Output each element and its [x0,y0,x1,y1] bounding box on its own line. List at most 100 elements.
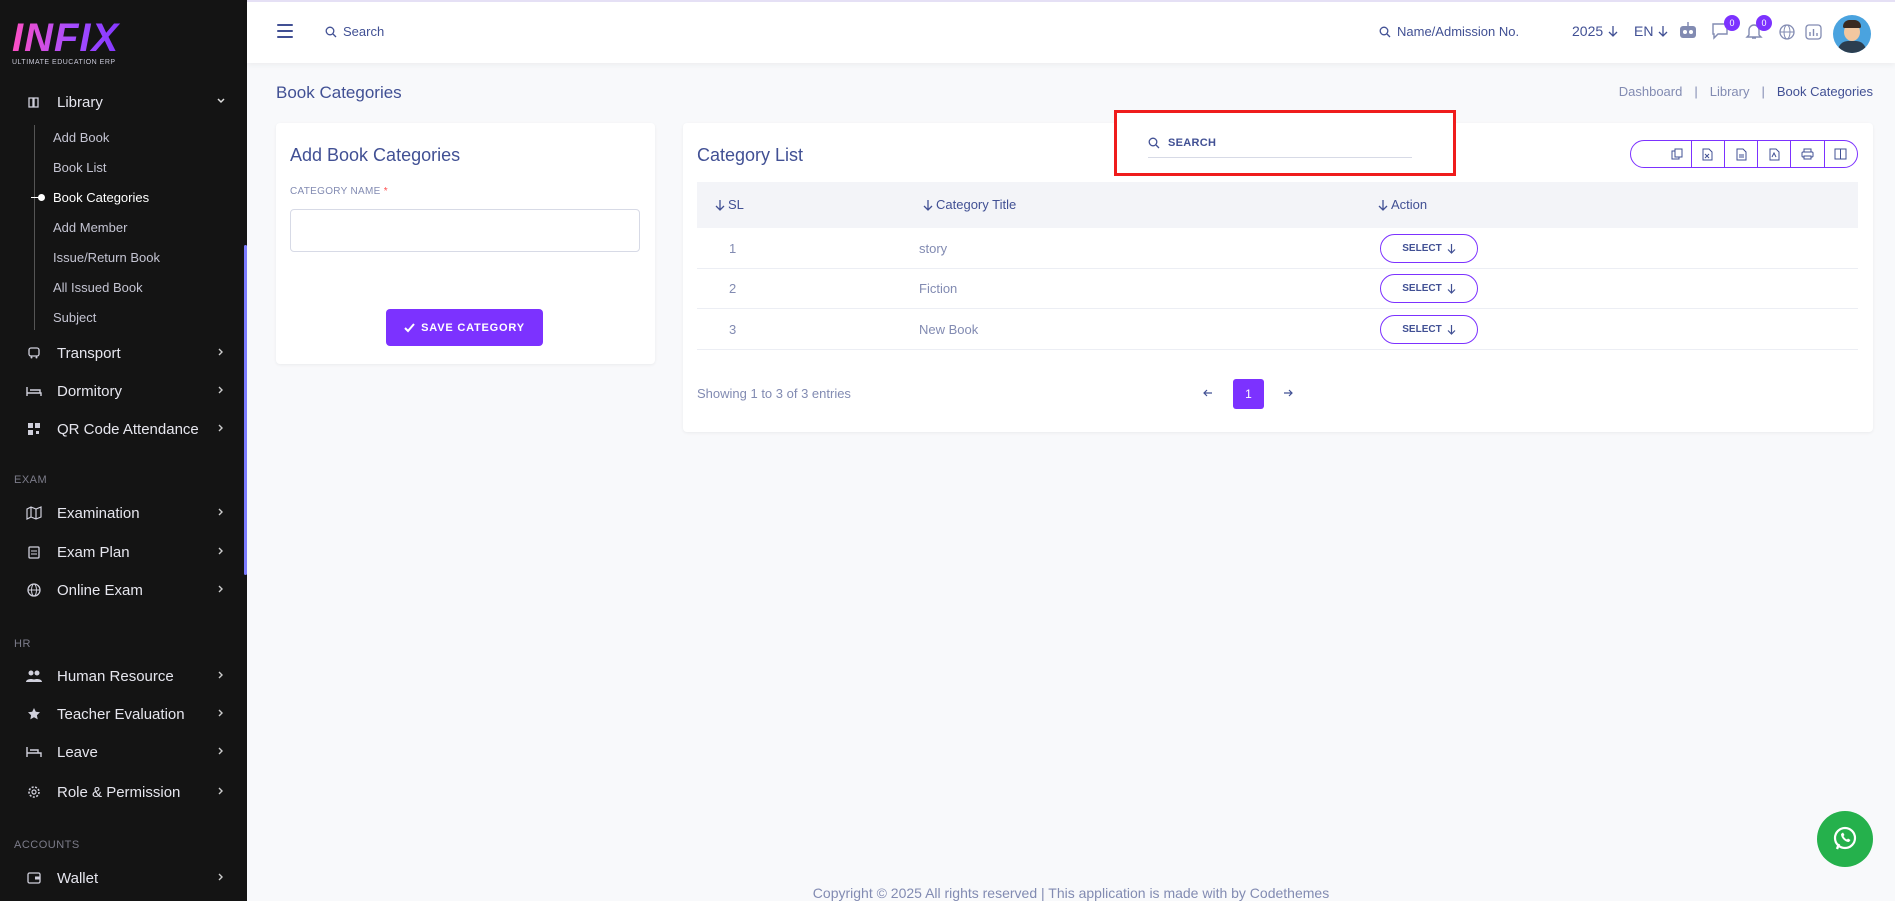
sidebar-item-examination[interactable]: Examination [0,497,244,529]
sidebar-subitem-subject[interactable]: Subject [53,310,96,325]
sidebar: INFIX ULTIMATE EDUCATION ERP Library Add… [0,0,247,901]
save-category-label: SAVE CATEGORY [421,321,525,334]
sidebar-subitem-issue-return[interactable]: Issue/Return Book [53,250,160,265]
chevron-right-icon [216,708,226,721]
section-title-hr: HR [14,638,31,650]
menu-toggle-icon[interactable] [277,24,293,38]
logo[interactable]: INFIX ULTIMATE EDUCATION ERP [12,18,132,70]
sidebar-item-teacher-evaluation[interactable]: Teacher Evaluation [0,698,244,730]
table-search-box[interactable]: SEARCH [1114,110,1456,176]
notifications-badge: 0 [1756,15,1772,31]
sidebar-subitem-all-issued[interactable]: All Issued Book [53,280,143,295]
breadcrumb-dashboard[interactable]: Dashboard [1619,84,1683,99]
sidebar-item-dormitory[interactable]: Dormitory [0,375,244,407]
cell-sl: 3 [729,322,737,337]
save-category-button[interactable]: SAVE CATEGORY [386,309,543,346]
column-header-category-title[interactable]: Category Title [923,197,1016,212]
footer-copyright: Copyright © 2025 All rights reserved | T… [812,885,1330,901]
robot-icon[interactable] [1677,21,1699,44]
sort-arrow-icon [1378,199,1388,211]
sidebar-item-transport[interactable]: Transport [0,337,244,369]
language-value: EN [1634,23,1654,39]
pagination-page-1[interactable]: 1 [1233,379,1264,409]
select-action-button[interactable]: SELECT [1380,274,1478,303]
sidebar-item-wallet[interactable]: Wallet [0,862,244,894]
arrow-left-icon [1203,389,1212,397]
reports-icon[interactable] [1805,24,1822,43]
global-search-label: Search [343,24,385,39]
sidebar-subitem-add-book[interactable]: Add Book [53,130,109,145]
sidebar-item-label: Exam Plan [57,543,130,561]
cell-sl: 1 [729,241,737,256]
excel-button[interactable] [1692,141,1725,167]
sidebar-item-leave[interactable]: Leave [0,736,244,768]
search-icon [1148,137,1160,149]
print-button[interactable] [1791,141,1825,167]
language-selector[interactable]: EN [1634,23,1668,39]
check-icon [404,322,415,332]
arrow-right-icon [1284,389,1293,397]
table-search-placeholder: SEARCH [1168,137,1217,149]
sidebar-item-exam-plan[interactable]: Exam Plan [0,536,244,568]
library-icon [26,94,42,110]
student-search-label: Name/Admission No. [1397,24,1520,39]
file-text-icon [1736,148,1747,160]
columns-button[interactable] [1825,141,1857,167]
logo-tagline: ULTIMATE EDUCATION ERP [12,59,116,66]
chevron-right-icon [216,507,226,520]
category-name-input[interactable] [290,209,640,252]
pagination-next[interactable] [1280,379,1296,407]
excel-icon [1702,148,1713,160]
year-selector[interactable]: 2025 [1572,23,1618,39]
sidebar-item-label: Leave [57,743,98,761]
sidebar-item-label: Role & Permission [57,783,181,801]
chevron-down-icon [216,96,226,109]
table-row: 2 Fiction SELECT [697,269,1858,309]
list-title: Category List [697,145,804,165]
global-search[interactable]: Search [325,24,384,39]
sidebar-scrollbar[interactable] [244,245,247,575]
arrow-down-icon [1608,26,1618,37]
sort-arrow-icon [715,199,725,211]
printer-icon [1801,148,1814,160]
pdf-button[interactable] [1758,141,1792,167]
column-header-action[interactable]: Action [1378,197,1427,212]
chevron-right-icon [216,546,226,559]
sidebar-item-role-permission[interactable]: Role & Permission [0,776,244,808]
column-header-sl[interactable]: SL [715,197,744,212]
select-action-button[interactable]: SELECT [1380,315,1478,344]
bus-icon [26,345,42,361]
cell-title: story [919,241,948,256]
sidebar-item-library[interactable]: Library [0,86,244,118]
pagination-prev[interactable] [1200,379,1216,407]
sidebar-item-label: Wallet [57,869,99,887]
select-action-button[interactable]: SELECT [1380,234,1478,263]
qr-icon [26,421,42,437]
sidebar-item-label: Examination [57,504,140,522]
student-search[interactable]: Name/Admission No. [1379,24,1519,39]
chevron-right-icon [216,670,226,683]
sidebar-item-label: Dormitory [57,382,123,400]
sidebar-item-qr-attendance[interactable]: QR Code Attendance [0,413,244,445]
whatsapp-button[interactable] [1817,811,1873,867]
csv-button[interactable] [1725,141,1759,167]
user-avatar[interactable] [1833,15,1871,53]
table-row: 3 New Book SELECT [697,310,1858,350]
whatsapp-icon [1833,826,1857,850]
breadcrumb-library[interactable]: Library [1710,84,1750,99]
arrow-down-icon [1658,26,1668,37]
sidebar-item-online-exam[interactable]: Online Exam [0,574,244,606]
gear-icon [26,784,42,800]
arrow-down-icon [1447,284,1456,294]
breadcrumb-separator: | [1761,84,1765,99]
sidebar-item-human-resource[interactable]: Human Resource [0,660,244,692]
chevron-right-icon [216,786,226,799]
sidebar-subitem-add-member[interactable]: Add Member [53,220,127,235]
logo-wordmark: INFIX [12,18,132,58]
sidebar-subitem-book-categories[interactable]: Book Categories [53,190,149,205]
website-globe-icon[interactable] [1779,24,1795,43]
sidebar-subitem-book-list[interactable]: Book List [53,160,106,175]
add-category-card: Add Book Categories CATEGORY NAME * SAVE… [276,123,655,364]
arrow-down-icon [1447,325,1456,335]
copy-button[interactable] [1631,141,1692,167]
